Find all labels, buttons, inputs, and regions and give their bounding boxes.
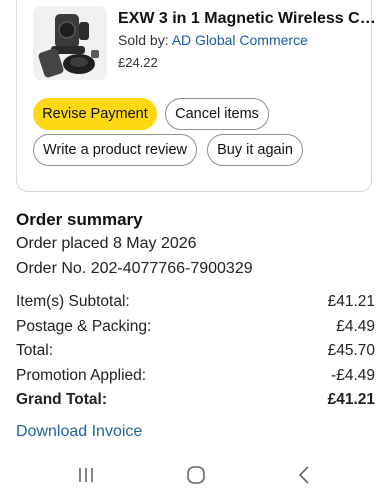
grand-total-label: Grand Total:	[16, 391, 107, 408]
total-value: £45.70	[327, 342, 375, 359]
order-summary-heading: Order summary	[16, 210, 143, 229]
postage-label: Postage & Packing:	[16, 318, 152, 335]
product-title[interactable]: EXW 3 in 1 Magnetic Wireless Ch...	[118, 10, 378, 28]
subtotal-row: Item(s) Subtotal: £41.21	[16, 293, 375, 311]
order-item-card: EXW 3 in 1 Magnetic Wireless Ch... Sold …	[16, 0, 378, 192]
order-number: Order No. 202-4077766-7900329	[16, 260, 253, 277]
subtotal-value: £41.21	[327, 293, 375, 310]
promotion-label: Promotion Applied:	[16, 367, 147, 384]
subtotal-label: Item(s) Subtotal:	[16, 293, 130, 310]
promotion-row: Promotion Applied: -£4.49	[16, 367, 375, 385]
home-icon[interactable]	[181, 463, 211, 487]
android-nav-bar	[0, 455, 391, 500]
back-icon[interactable]	[290, 463, 320, 487]
promotion-value: -£4.49	[331, 367, 375, 384]
total-label: Total:	[16, 342, 54, 359]
recents-icon[interactable]	[72, 463, 102, 487]
grand-total-value: £41.21	[327, 391, 375, 408]
grand-total-row: Grand Total: £41.21	[16, 391, 375, 409]
write-review-button[interactable]: Write a product review	[33, 134, 197, 166]
buy-again-button[interactable]: Buy it again	[207, 134, 303, 166]
product-price: £24.22	[118, 55, 158, 70]
cancel-items-button[interactable]: Cancel items	[165, 98, 269, 130]
sold-by: Sold by: AD Global Commerce	[118, 32, 308, 48]
order-placed-date: Order placed 8 May 2026	[16, 235, 197, 252]
revise-payment-button[interactable]: Revise Payment	[33, 98, 157, 130]
postage-row: Postage & Packing: £4.49	[16, 318, 375, 336]
sold-by-label: Sold by:	[118, 32, 169, 48]
wireless-charger-image[interactable]	[33, 6, 107, 80]
download-invoice-link[interactable]: Download Invoice	[16, 423, 142, 441]
postage-value: £4.49	[336, 318, 375, 335]
seller-link[interactable]: AD Global Commerce	[172, 32, 308, 48]
total-row: Total: £45.70	[16, 342, 375, 360]
wireless-charger-icon	[33, 6, 107, 80]
